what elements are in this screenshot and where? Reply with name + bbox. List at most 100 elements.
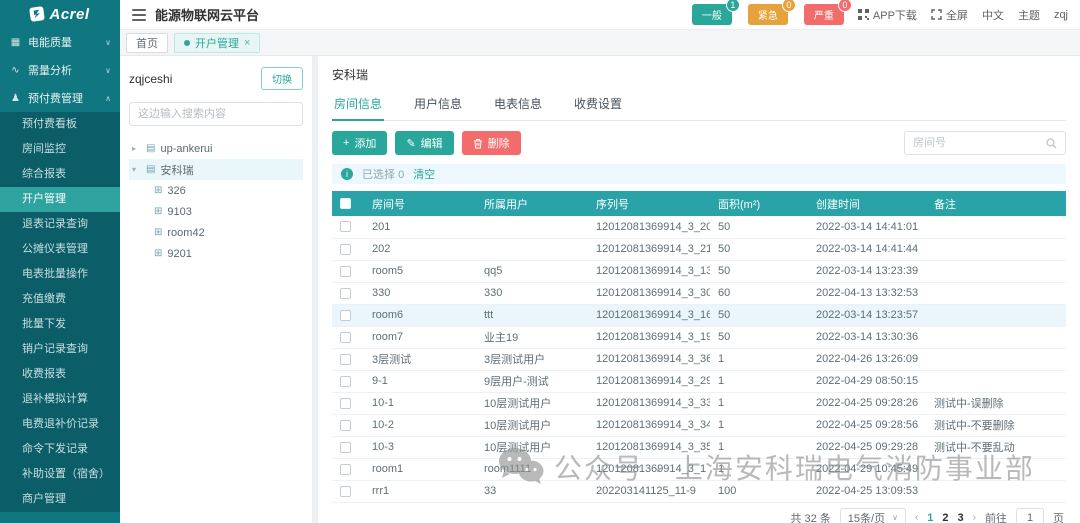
- row-checkbox[interactable]: [340, 376, 351, 387]
- search-icon[interactable]: [1046, 138, 1057, 149]
- sidebar-item[interactable]: 商户管理: [0, 487, 120, 512]
- add-button[interactable]: + 添加: [332, 131, 387, 155]
- table-row[interactable]: 10-310层测试用户12012081369914_3_3512022-04-2…: [332, 436, 1066, 458]
- alarm-chip[interactable]: 紧急0: [748, 4, 788, 25]
- language-switcher[interactable]: 中文: [982, 7, 1004, 23]
- fullscreen-link[interactable]: 全屏: [931, 7, 968, 23]
- table-cell: [476, 216, 588, 238]
- table-row[interactable]: 10-210层测试用户12012081369914_3_3412022-04-2…: [332, 414, 1066, 436]
- sidebar-item[interactable]: 退表记录查询: [0, 212, 120, 237]
- table-cell: 2022-03-14 13:23:39: [808, 260, 926, 282]
- sidebar-item[interactable]: 房间监控: [0, 137, 120, 162]
- close-icon[interactable]: ×: [244, 37, 250, 49]
- tree-leaf-node[interactable]: ⊞9103: [129, 201, 303, 222]
- chevron-down-icon: ∨: [105, 66, 111, 75]
- table-cell: 业主19: [476, 326, 588, 348]
- goto-page-input[interactable]: [1016, 508, 1044, 523]
- app-download-link[interactable]: APP下载: [858, 7, 917, 23]
- table-cell: 2022-03-14 13:23:57: [808, 304, 926, 326]
- table-row[interactable]: room7业主1912012081369914_3_19502022-03-14…: [332, 326, 1066, 348]
- sidebar-item[interactable]: 退补模拟计算: [0, 387, 120, 412]
- row-checkbox[interactable]: [340, 266, 351, 277]
- row-checkbox[interactable]: [340, 442, 351, 453]
- switch-account-button[interactable]: 切换: [261, 67, 303, 90]
- table-row[interactable]: 10-110层测试用户12012081369914_3_3312022-04-2…: [332, 392, 1066, 414]
- tree-node[interactable]: ▸▤up-ankerui: [129, 138, 303, 159]
- sidebar-item[interactable]: 充值缴费: [0, 287, 120, 312]
- sidebar-item[interactable]: 电表批量操作: [0, 262, 120, 287]
- tree-node[interactable]: ▾▤安科瑞: [129, 159, 303, 180]
- tree-leaf-node[interactable]: ⊞326: [129, 180, 303, 201]
- sidebar-group-2[interactable]: ∿需量分析∨: [0, 56, 120, 84]
- table-row[interactable]: 20112012081369914_3_20502022-03-14 14:41…: [332, 216, 1066, 238]
- page-numbers: 123: [927, 512, 963, 523]
- tree-leaf-node[interactable]: ⊞room42: [129, 222, 303, 243]
- alarm-chip[interactable]: 严重0: [804, 4, 844, 25]
- table-cell: 测试中-不要删除: [926, 414, 1066, 436]
- sidebar-item[interactable]: 命令下发记录: [0, 437, 120, 462]
- nav-tag[interactable]: 首页: [126, 33, 168, 53]
- topbar-right: 一般1 紧急0 严重0 APP下载 全屏 中文 主题 zqj: [692, 4, 1068, 25]
- table-row[interactable]: room6ttt12012081369914_3_16502022-03-14 …: [332, 304, 1066, 326]
- info-icon: i: [341, 168, 353, 180]
- sidebar-group-3[interactable]: ♟预付费管理∧: [0, 84, 120, 112]
- table-row[interactable]: 20212012081369914_3_21502022-03-14 14:41…: [332, 238, 1066, 260]
- sidebar-item[interactable]: 批量下发: [0, 312, 120, 337]
- page-size-select[interactable]: 15条/页 ∨: [840, 508, 906, 523]
- prev-page-button[interactable]: ‹: [915, 512, 918, 523]
- table-cell: 1: [710, 392, 808, 414]
- table-row[interactable]: 3层测试3层测试用户12012081369914_3_3612022-04-26…: [332, 348, 1066, 370]
- sidebar-item[interactable]: 补助设置（宿舍）: [0, 462, 120, 487]
- row-checkbox[interactable]: [340, 354, 351, 365]
- sidebar-item[interactable]: 电费退补价记录: [0, 412, 120, 437]
- nav-tag[interactable]: 开户管理×: [174, 33, 260, 53]
- page-number[interactable]: 2: [942, 512, 948, 523]
- next-page-button[interactable]: ›: [973, 512, 976, 523]
- tree-leaf-node[interactable]: ⊞9201: [129, 243, 303, 264]
- sidebar-item[interactable]: 销户记录查询: [0, 337, 120, 362]
- page-number[interactable]: 3: [958, 512, 964, 523]
- table-cell: 33: [476, 480, 588, 502]
- tree-search-input[interactable]: [129, 102, 303, 126]
- edit-button[interactable]: ✎ 编辑: [395, 131, 453, 155]
- sidebar-item[interactable]: 公摊仪表管理: [0, 237, 120, 262]
- row-checkbox[interactable]: [340, 420, 351, 431]
- table-row[interactable]: 33033012012081369914_3_30602022-04-13 13…: [332, 282, 1066, 304]
- building-icon: ▤: [146, 143, 155, 154]
- menu-collapse-icon[interactable]: [132, 9, 146, 21]
- row-checkbox[interactable]: [340, 398, 351, 409]
- table-row[interactable]: rrr133202203141125_11-91002022-04-25 13:…: [332, 480, 1066, 502]
- row-checkbox[interactable]: [340, 332, 351, 343]
- row-checkbox[interactable]: [340, 486, 351, 497]
- room-search-input[interactable]: [913, 137, 1040, 149]
- table-cell: [926, 370, 1066, 392]
- select-all-checkbox[interactable]: [340, 198, 351, 209]
- tab-用户信息[interactable]: 用户信息: [412, 90, 464, 120]
- table-row[interactable]: 9-19层用户-测试12012081369914_3_2912022-04-29…: [332, 370, 1066, 392]
- row-checkbox[interactable]: [340, 221, 351, 232]
- table-cell: 测试中-不要乱动: [926, 436, 1066, 458]
- clear-selection-link[interactable]: 清空: [413, 166, 435, 182]
- sidebar-group-1[interactable]: ▦电能质量∨: [0, 28, 120, 56]
- row-checkbox[interactable]: [340, 288, 351, 299]
- table-cell: 12012081369914_3_34: [588, 414, 710, 436]
- delete-button[interactable]: 删除: [462, 131, 521, 155]
- tab-房间信息[interactable]: 房间信息: [332, 90, 384, 121]
- page-number[interactable]: 1: [927, 512, 933, 523]
- sidebar-item[interactable]: 收费报表: [0, 362, 120, 387]
- alarm-chip[interactable]: 一般1: [692, 4, 732, 25]
- user-menu[interactable]: zqj: [1054, 9, 1068, 21]
- table-row[interactable]: room5qq512012081369914_3_13502022-03-14 …: [332, 260, 1066, 282]
- sidebar-item[interactable]: 综合报表: [0, 162, 120, 187]
- sidebar-item[interactable]: 预付费看板: [0, 112, 120, 137]
- row-checkbox[interactable]: [340, 244, 351, 255]
- table-row[interactable]: room1room111112012081369914_3_112022-04-…: [332, 458, 1066, 480]
- sidebar-item[interactable]: 开户管理: [0, 187, 120, 212]
- tree-leaf-label: room42: [167, 227, 204, 239]
- tab-收费设置[interactable]: 收费设置: [572, 90, 624, 120]
- tab-电表信息[interactable]: 电表信息: [492, 90, 544, 120]
- row-checkbox[interactable]: [340, 310, 351, 321]
- topbar: 能源物联网云平台 一般1紧急0严重0 APP下载 全屏 中文 主题 zqj: [120, 0, 1080, 30]
- theme-switcher[interactable]: 主题: [1018, 7, 1040, 23]
- row-checkbox[interactable]: [340, 464, 351, 475]
